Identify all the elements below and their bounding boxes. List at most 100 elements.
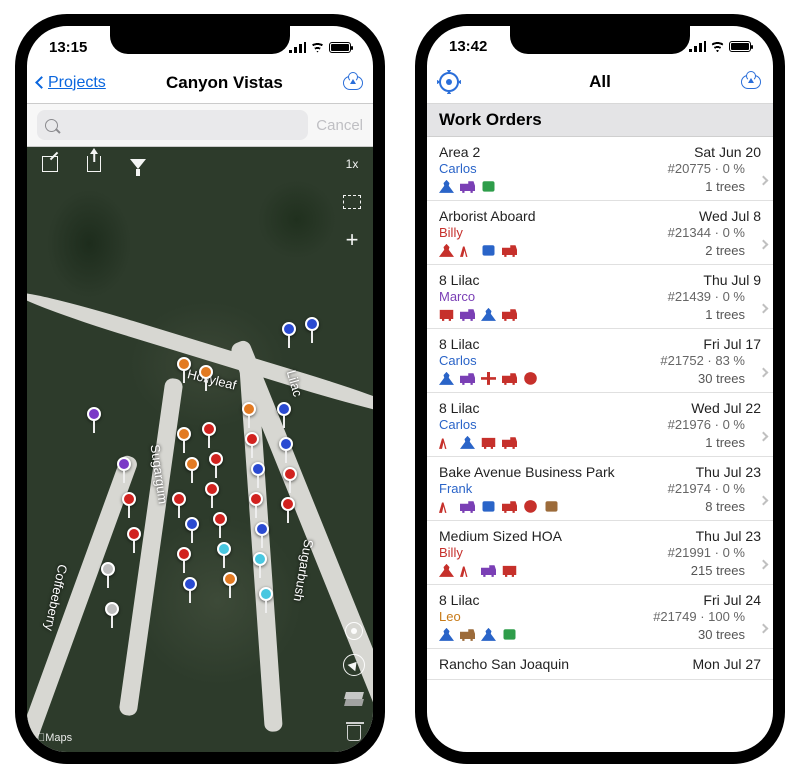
equip-icons [439,500,559,513]
edit-icon[interactable] [39,153,61,175]
equip-icons [439,244,517,257]
equip-icon [481,372,496,385]
equip-icon [481,436,496,449]
pin-toggle-icon[interactable] [343,620,365,642]
tree-count: 30 trees [698,371,761,386]
work-order-row[interactable]: Rancho San JoaquinMon Jul 27 [427,649,773,680]
site-name: 8 Lilac [439,272,479,288]
filter-icon[interactable] [127,153,149,175]
equip-icon [481,180,496,193]
equip-icon [439,564,454,577]
equip-icon [481,628,496,641]
clock: 13:15 [49,39,87,56]
assignee: Carlos [439,353,477,368]
equip-icon [460,244,475,257]
order-meta: #20775 · 0 % [668,161,761,176]
assignee: Billy [439,545,463,560]
back-button[interactable]: Projects [37,74,106,92]
work-order-row[interactable]: Bake Avenue Business ParkThu Jul 23Frank… [427,457,773,521]
map-pin[interactable] [253,552,267,566]
equip-icon [460,500,475,513]
map-pin[interactable] [105,602,119,616]
date: Wed Jul 22 [691,400,761,416]
map-pin[interactable] [217,542,231,556]
cloud-upload-icon[interactable] [343,76,363,90]
work-order-row[interactable]: 8 LilacFri Jul 24Leo#21749 · 100 %30 tre… [427,585,773,649]
site-name: 8 Lilac [439,400,479,416]
wifi-icon [310,42,325,53]
map-pin[interactable] [177,547,191,561]
map-pin[interactable] [259,587,273,601]
share-icon[interactable] [83,153,105,175]
map-pin[interactable] [177,357,191,371]
search-input[interactable] [37,110,308,140]
trash-icon[interactable] [343,722,365,744]
map-pin[interactable] [117,457,131,471]
equip-icon [460,628,475,641]
map-pin[interactable] [177,427,191,441]
street-label-sugarbush: Sugarbush [291,538,317,603]
map-view[interactable]: Hollyleaf Lilac Sugargum Sugarbush Coffe… [27,147,373,752]
work-order-row[interactable]: 8 LilacWed Jul 22Carlos#21976 · 0 %1 tre… [427,393,773,457]
map-pin[interactable] [281,497,295,511]
chevron-left-icon [35,76,48,89]
work-order-list[interactable]: Area 2Sat Jun 20Carlos#20775 · 0 %1 tree… [427,137,773,752]
map-pin[interactable] [255,522,269,536]
map-pin[interactable] [202,422,216,436]
work-order-row[interactable]: Medium Sized HOAThu Jul 23Billy#21991 · … [427,521,773,585]
map-pin[interactable] [242,402,256,416]
equip-icon [502,628,517,641]
zoom-label[interactable]: 1x [341,153,363,175]
map-pin[interactable] [209,452,223,466]
add-icon[interactable]: + [341,229,363,251]
map-pin[interactable] [101,562,115,576]
work-order-row[interactable]: Arborist AboardWed Jul 8Billy#21344 · 0 … [427,201,773,265]
site-name: Rancho San Joaquin [439,656,569,672]
cancel-button[interactable]: Cancel [316,117,363,134]
map-pin[interactable] [277,402,291,416]
map-pin[interactable] [249,492,263,506]
map-pin[interactable] [127,527,141,541]
work-order-row[interactable]: Area 2Sat Jun 20Carlos#20775 · 0 %1 tree… [427,137,773,201]
map-pin[interactable] [199,365,213,379]
map-tools-right: 1x + [341,153,363,251]
battery-icon [329,42,351,53]
equip-icon [502,436,517,449]
locate-icon[interactable] [343,654,365,676]
map-pin[interactable] [245,432,259,446]
map-pin[interactable] [213,512,227,526]
map-pin[interactable] [185,457,199,471]
equip-icon [460,180,475,193]
basemap-icon[interactable] [343,688,365,710]
work-order-row[interactable]: 8 LilacFri Jul 17Carlos#21752 · 83 %30 t… [427,329,773,393]
cloud-upload-icon[interactable] [741,75,761,89]
tree-count: 1 trees [705,307,761,322]
assignee: Carlos [439,161,477,176]
equip-icon [502,372,517,385]
map-pin[interactable] [305,317,319,331]
assignee: Marco [439,289,475,304]
map-pin[interactable] [183,577,197,591]
date: Fri Jul 17 [703,336,761,352]
map-pin[interactable] [251,462,265,476]
map-pin[interactable] [205,482,219,496]
map-pin[interactable] [87,407,101,421]
clock: 13:42 [449,38,487,55]
equip-icons [439,564,517,577]
equip-icon [439,628,454,641]
map-pin[interactable] [282,322,296,336]
map-pin[interactable] [185,517,199,531]
map-pin[interactable] [223,572,237,586]
battery-icon [729,41,751,52]
map-pin[interactable] [283,467,297,481]
equip-icon [502,564,517,577]
layers-icon[interactable] [341,191,363,213]
map-pin[interactable] [122,492,136,506]
map-pin[interactable] [279,437,293,451]
equip-icons [439,436,517,449]
gear-icon[interactable] [439,72,459,92]
map-pin[interactable] [172,492,186,506]
work-order-row[interactable]: 8 LilacThu Jul 9Marco#21439 · 0 %1 trees [427,265,773,329]
site-name: Medium Sized HOA [439,528,562,544]
date: Fri Jul 24 [703,592,761,608]
